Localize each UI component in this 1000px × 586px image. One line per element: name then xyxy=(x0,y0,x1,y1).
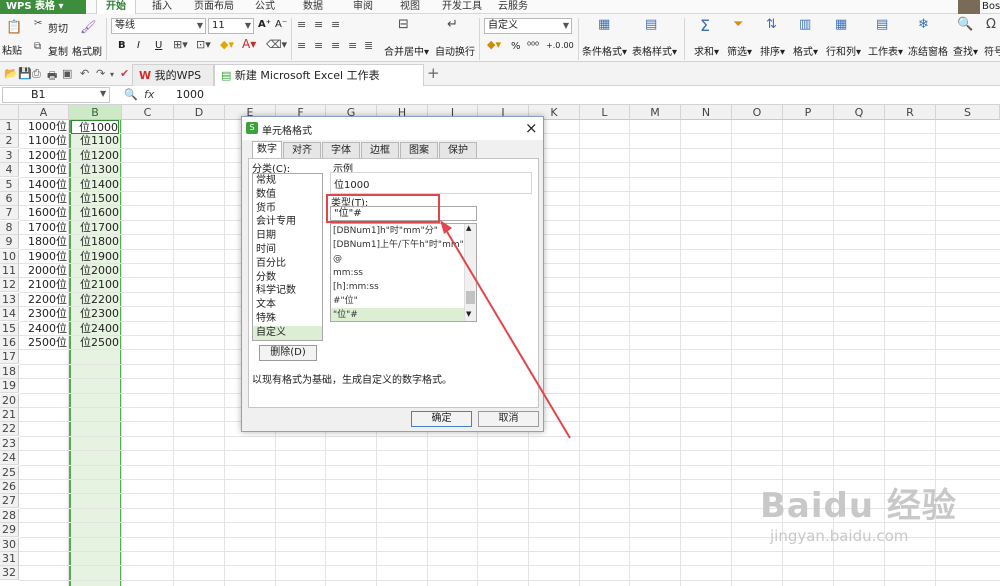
watermark-url: jingyan.baidu.com xyxy=(770,527,909,545)
annotation-arrow-line xyxy=(445,229,571,439)
watermark-brand: Baidu 经验 xyxy=(760,486,957,526)
baidu-watermark: Baidu 经验 jingyan.baidu.com xyxy=(760,478,957,545)
annotation-arrow-head xyxy=(440,220,452,234)
